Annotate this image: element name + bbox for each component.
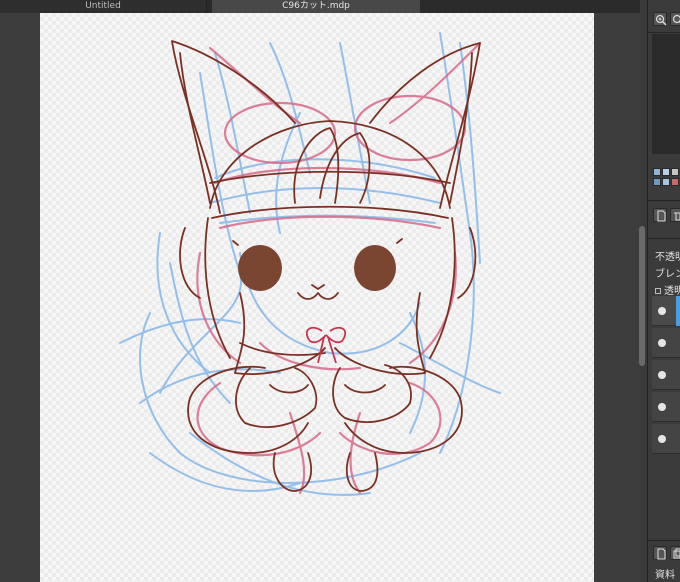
color-swatch[interactable] xyxy=(653,178,661,186)
visibility-eye-icon[interactable] xyxy=(658,339,666,347)
visibility-eye-icon[interactable] xyxy=(658,371,666,379)
copy-icon xyxy=(673,548,680,559)
zoom-in-icon xyxy=(655,14,667,26)
artwork xyxy=(119,32,501,496)
right-eye xyxy=(354,245,396,291)
layer-row[interactable] xyxy=(652,296,680,326)
vertical-scrollbar[interactable] xyxy=(639,226,645,366)
visibility-eye-icon[interactable] xyxy=(658,435,666,443)
blend-mode-label: ブレンド xyxy=(655,269,680,280)
delete-layer-button[interactable] xyxy=(670,208,680,222)
new-page-button[interactable] xyxy=(653,546,667,560)
layer-row[interactable] xyxy=(652,392,680,422)
lineart-strokes xyxy=(171,40,481,492)
zoom-out-button[interactable] xyxy=(670,12,680,26)
protect-alpha-checkbox[interactable]: 透明 xyxy=(655,282,680,297)
workspace xyxy=(0,13,640,582)
new-layer-button[interactable] xyxy=(653,208,667,222)
layer-row[interactable] xyxy=(652,328,680,358)
opacity-label: 不透明 xyxy=(655,252,680,263)
tab-untitled[interactable]: Untitled xyxy=(0,0,207,13)
checkbox-box[interactable] xyxy=(655,288,661,294)
color-swatch[interactable] xyxy=(671,178,679,186)
layer-row[interactable] xyxy=(652,424,680,454)
visibility-eye-icon[interactable] xyxy=(658,403,666,411)
layer-row[interactable] xyxy=(652,360,680,390)
left-eye xyxy=(238,245,282,291)
color-swatch[interactable] xyxy=(653,168,661,176)
visibility-eye-icon[interactable] xyxy=(658,307,666,315)
color-swatch[interactable] xyxy=(671,168,679,176)
color-swatch[interactable] xyxy=(662,168,670,176)
new-page-icon xyxy=(657,548,666,560)
zoom-out-icon xyxy=(672,14,680,24)
new-layer-icon xyxy=(657,210,666,222)
materials-tab[interactable]: 資料 xyxy=(655,566,675,581)
tab-c96-cut[interactable]: C96カット.mdp xyxy=(212,0,420,13)
copy-page-button[interactable] xyxy=(670,546,680,560)
trash-icon xyxy=(674,212,680,221)
navigator-preview[interactable] xyxy=(652,34,680,154)
document-tab-bar: Untitled C96カット.mdp xyxy=(0,0,640,13)
right-panel: 不透明 ブレンド 透明 資料 xyxy=(647,0,680,582)
drawing-canvas[interactable] xyxy=(40,13,594,582)
zoom-in-button[interactable] xyxy=(653,12,667,26)
layer-selection-indicator xyxy=(676,296,680,326)
color-swatch[interactable] xyxy=(662,178,670,186)
